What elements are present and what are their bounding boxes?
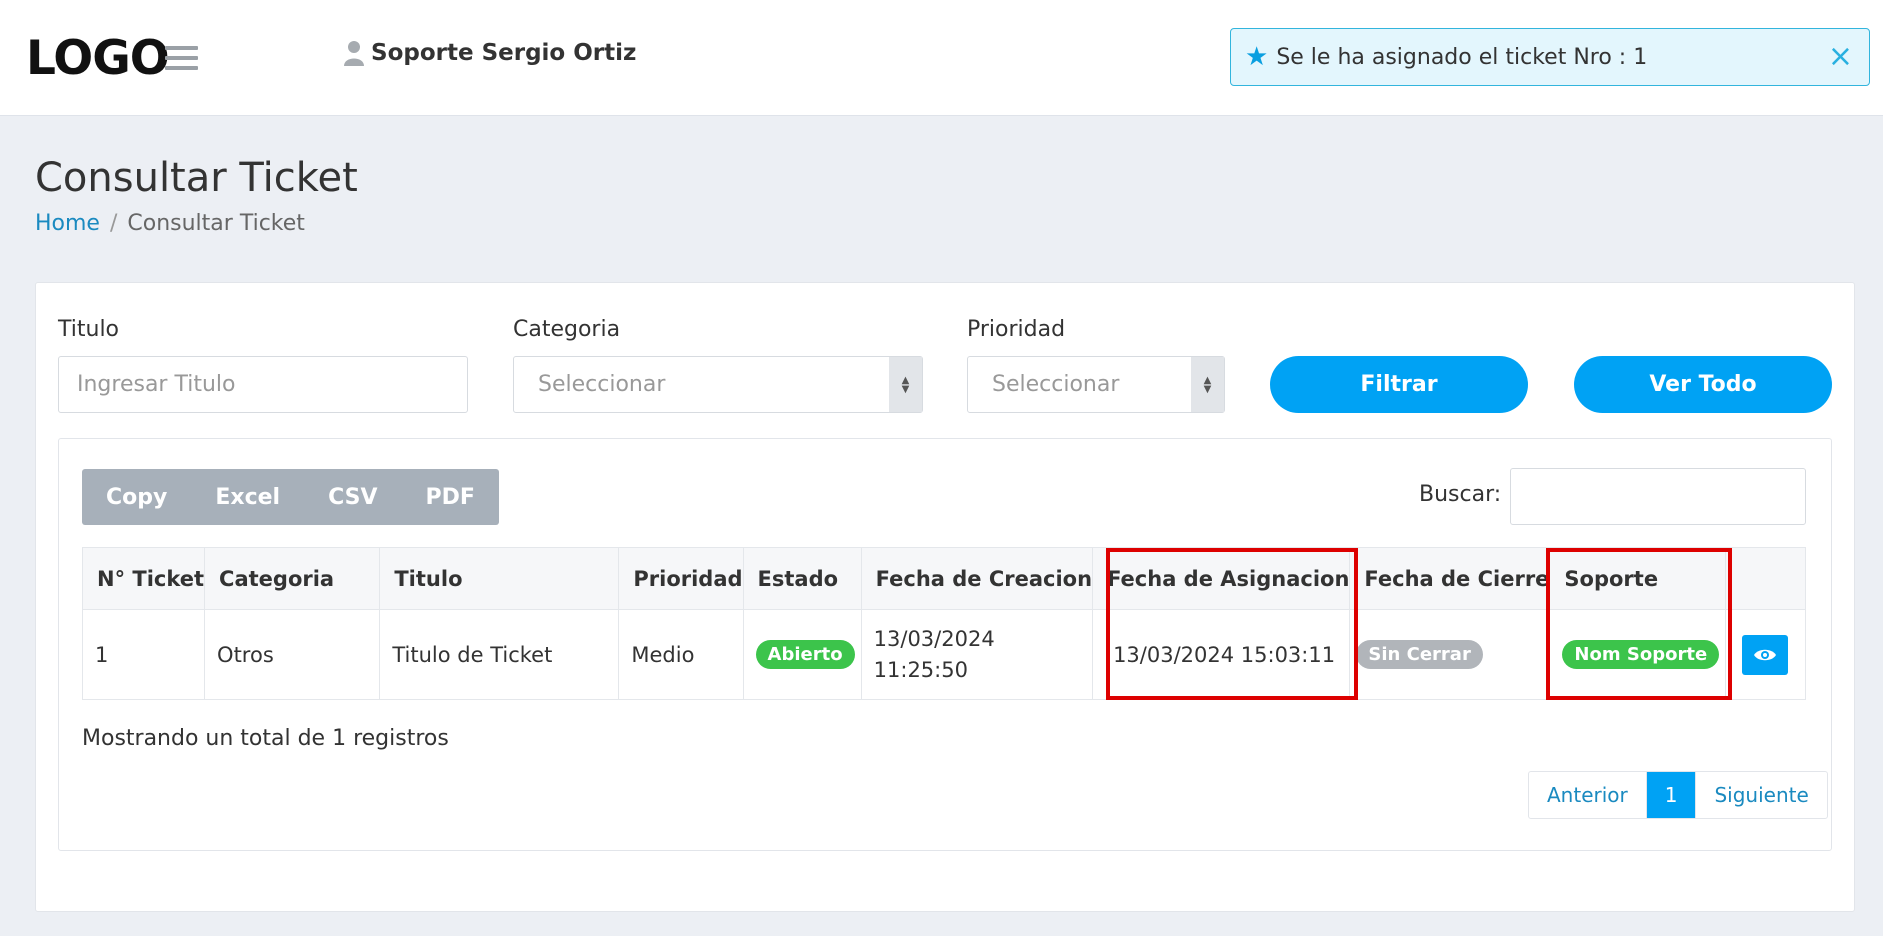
titulo-placeholder: Ingresar Titulo bbox=[77, 372, 236, 397]
menu-icon[interactable] bbox=[165, 46, 198, 72]
col-actions bbox=[1724, 547, 1807, 610]
close-icon[interactable]: × bbox=[1828, 39, 1853, 75]
cell-fecha-cierre: Sin Cerrar bbox=[1349, 609, 1551, 700]
view-button[interactable] bbox=[1742, 634, 1789, 675]
tickets-table: N° Ticket Categoria Titulo Prioridad Est… bbox=[81, 547, 1807, 700]
closed-badge: Sin Cerrar bbox=[1356, 640, 1483, 669]
col-prioridad[interactable]: Prioridad bbox=[618, 547, 744, 610]
cell-prioridad: Medio bbox=[618, 609, 744, 700]
top-bar: LOGO Soporte Sergio Ortiz ★ Se le ha asi… bbox=[0, 0, 1883, 116]
col-categoria[interactable]: Categoria bbox=[204, 547, 381, 610]
page-title: Consultar Ticket bbox=[35, 155, 358, 201]
cell-titulo: Titulo de Ticket bbox=[379, 609, 620, 700]
prioridad-label: Prioridad bbox=[967, 317, 1066, 342]
col-estado[interactable]: Estado bbox=[742, 547, 862, 610]
categoria-select[interactable]: Seleccionar ▲ ▼ bbox=[513, 356, 923, 413]
cell-categoria: Otros bbox=[204, 609, 381, 700]
breadcrumb-home[interactable]: Home bbox=[35, 211, 100, 236]
select-arrows-icon: ▲ ▼ bbox=[1191, 357, 1224, 412]
cell-fecha-asignacion: 13/03/2024 15:03:11 bbox=[1092, 609, 1351, 700]
categoria-value: Seleccionar bbox=[538, 372, 666, 397]
cell-fecha-creacion: 13/03/2024 11:25:50 bbox=[860, 609, 1094, 700]
col-ticket[interactable]: N° Ticket bbox=[81, 547, 206, 610]
prioridad-value: Seleccionar bbox=[992, 372, 1120, 397]
pager-next[interactable]: Siguiente bbox=[1696, 772, 1826, 818]
eye-icon bbox=[1754, 649, 1777, 660]
categoria-label: Categoria bbox=[513, 317, 621, 342]
logo: LOGO bbox=[26, 31, 170, 86]
search-input[interactable] bbox=[1510, 468, 1806, 525]
search-label: Buscar: bbox=[1419, 482, 1502, 507]
star-icon: ★ bbox=[1245, 42, 1269, 72]
pagination: Anterior 1 Siguiente bbox=[1528, 771, 1828, 819]
cell-ticket: 1 bbox=[81, 609, 206, 700]
col-fecha-asignacion[interactable]: Fecha de Asignacion bbox=[1092, 547, 1351, 610]
notification-alert: ★ Se le ha asignado el ticket Nro : 1 × bbox=[1230, 28, 1870, 86]
filtrar-button[interactable]: Filtrar bbox=[1270, 356, 1528, 413]
table-row: 1 Otros Titulo de Ticket Medio Abierto 1… bbox=[81, 609, 1807, 700]
titulo-label: Titulo bbox=[58, 317, 120, 342]
fecha-creacion-date: 13/03/2024 bbox=[873, 626, 995, 651]
tickets-card: Titulo Ingresar Titulo Categoria Selecci… bbox=[35, 282, 1855, 912]
excel-button[interactable]: Excel bbox=[191, 469, 304, 525]
table-panel: Copy Excel CSV PDF Buscar: N° Ticket Cat… bbox=[58, 438, 1832, 851]
export-buttons: Copy Excel CSV PDF bbox=[82, 469, 499, 525]
breadcrumb: Home / Consultar Ticket bbox=[35, 211, 305, 236]
user-name: Soporte Sergio Ortiz bbox=[371, 40, 637, 66]
breadcrumb-current: Consultar Ticket bbox=[127, 211, 305, 236]
csv-button[interactable]: CSV bbox=[304, 469, 401, 525]
prioridad-select[interactable]: Seleccionar ▲ ▼ bbox=[967, 356, 1225, 413]
user-icon bbox=[344, 41, 364, 66]
pager-page-1[interactable]: 1 bbox=[1646, 772, 1697, 818]
breadcrumb-separator: / bbox=[109, 211, 118, 236]
col-fecha-cierre[interactable]: Fecha de Cierre bbox=[1349, 547, 1551, 610]
col-fecha-creacion[interactable]: Fecha de Creacion bbox=[860, 547, 1094, 610]
cell-actions bbox=[1724, 609, 1807, 700]
ver-todo-button[interactable]: Ver Todo bbox=[1574, 356, 1832, 413]
notification-text: Se le ha asignado el ticket Nro : 1 bbox=[1276, 44, 1648, 70]
soporte-badge: Nom Soporte bbox=[1562, 640, 1720, 669]
pager-prev[interactable]: Anterior bbox=[1529, 772, 1647, 818]
titulo-input[interactable]: Ingresar Titulo bbox=[58, 356, 468, 413]
select-arrows-icon: ▲ ▼ bbox=[889, 357, 922, 412]
pdf-button[interactable]: PDF bbox=[402, 469, 499, 525]
cell-soporte: Nom Soporte bbox=[1549, 609, 1726, 700]
cell-estado: Abierto bbox=[742, 609, 862, 700]
user-info[interactable]: Soporte Sergio Ortiz bbox=[343, 40, 636, 66]
copy-button[interactable]: Copy bbox=[82, 469, 191, 525]
col-titulo[interactable]: Titulo bbox=[379, 547, 620, 610]
col-soporte[interactable]: Soporte bbox=[1549, 547, 1726, 610]
records-total: Mostrando un total de 1 registros bbox=[82, 726, 449, 751]
table-header-row: N° Ticket Categoria Titulo Prioridad Est… bbox=[81, 547, 1807, 610]
fecha-creacion-time: 11:25:50 bbox=[873, 657, 968, 682]
status-badge: Abierto bbox=[755, 640, 855, 669]
